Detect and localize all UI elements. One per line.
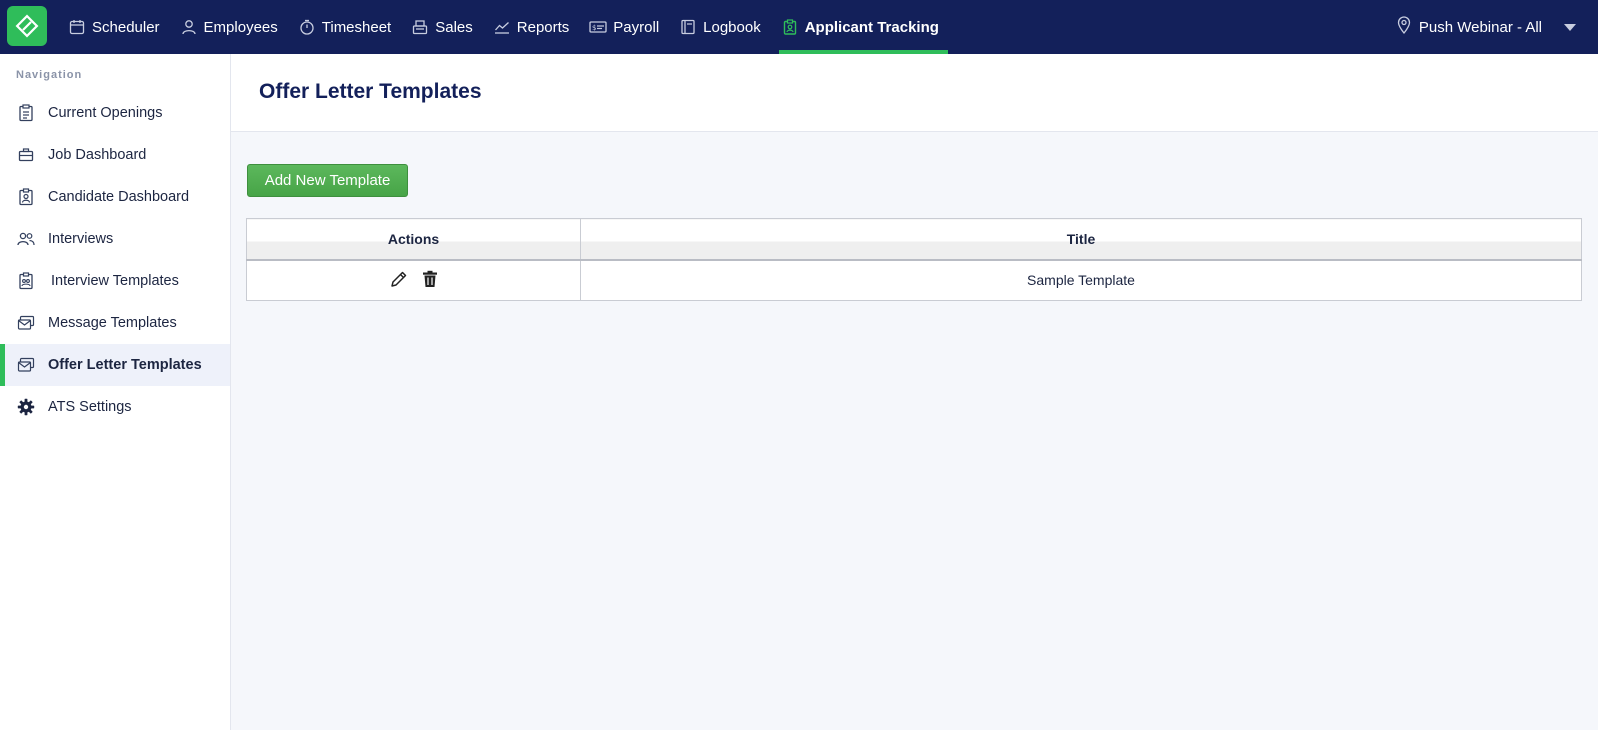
sidebar-item-job-dashboard[interactable]: Job Dashboard (0, 134, 230, 176)
users-icon (17, 230, 35, 248)
nav-label: Reports (516, 18, 570, 36)
chart-icon (493, 18, 511, 36)
clipboard-users-icon (17, 272, 35, 290)
add-new-template-button[interactable]: Add New Template (247, 164, 408, 197)
calendar-icon (68, 18, 86, 36)
nav-label: Scheduler (92, 18, 160, 36)
envelope-icon (17, 356, 35, 374)
sidebar-item-message-templates[interactable]: Message Templates (0, 302, 230, 344)
clipboard-list-icon (17, 104, 35, 122)
gear-icon (17, 398, 35, 416)
sidebar-item-label: Offer Letter Templates (48, 357, 202, 373)
sidebar-item-label: ATS Settings (48, 399, 132, 415)
sidebar-item-interviews[interactable]: Interviews (0, 218, 230, 260)
nav-payroll[interactable]: $ Payroll (587, 0, 668, 54)
sidebar-item-label: Candidate Dashboard (48, 189, 190, 205)
nav-reports[interactable]: Reports (491, 0, 579, 54)
sidebar-item-label: Interviews (48, 231, 114, 247)
main-nav: Scheduler Employees Timesheet Sales Repo… (66, 0, 957, 54)
sidebar-item-interview-templates[interactable]: Interview Templates (0, 260, 230, 302)
svg-text:$: $ (592, 24, 596, 32)
table-row: Sample Template (246, 259, 1582, 301)
briefcase-icon (17, 146, 35, 164)
register-icon (411, 18, 429, 36)
user-icon (180, 18, 198, 36)
sidebar-item-label: Job Dashboard (48, 147, 147, 163)
sidebar-item-ats-settings[interactable]: ATS Settings (0, 386, 230, 428)
sidebar-list: Current Openings Job Dashboard Candidate… (0, 92, 230, 428)
top-navbar: Scheduler Employees Timesheet Sales Repo… (0, 0, 1598, 54)
book-icon (679, 18, 697, 36)
sidebar-item-offer-letter-templates[interactable]: Offer Letter Templates (0, 344, 230, 386)
page-header: Offer Letter Templates (231, 54, 1598, 132)
sidebar-item-label: Current Openings (48, 105, 163, 121)
column-header-actions[interactable]: Actions (246, 218, 581, 261)
nav-employees[interactable]: Employees (178, 0, 287, 54)
edit-pencil-icon[interactable] (390, 270, 408, 288)
nav-applicant-tracking[interactable]: Applicant Tracking (778, 0, 949, 54)
nav-label: Timesheet (321, 18, 392, 36)
app-logo[interactable] (7, 6, 47, 46)
sidebar-item-current-openings[interactable]: Current Openings (0, 92, 230, 134)
badge-icon (17, 188, 35, 206)
actions-cell (246, 259, 581, 301)
nav-label: Sales (435, 18, 473, 36)
sidebar-item-label: Interview Templates (51, 273, 179, 289)
table-header-row: Actions Title (246, 218, 1582, 261)
envelope-icon (17, 314, 35, 332)
nav-logbook[interactable]: Logbook (677, 0, 770, 54)
delete-trash-icon[interactable] (422, 270, 438, 288)
nav-label: Applicant Tracking (804, 18, 939, 36)
location-label: Push Webinar - All (1418, 18, 1542, 36)
nav-timesheet[interactable]: Timesheet (296, 0, 400, 54)
map-pin-icon (1397, 16, 1411, 38)
location-selector[interactable]: Push Webinar - All (1397, 0, 1576, 54)
money-icon: $ (589, 18, 607, 36)
column-header-title[interactable]: Title (580, 218, 1582, 261)
templates-table: Actions Title Sample Template (246, 218, 1582, 301)
sidebar: Navigation Current Openings Job Dashboar… (0, 54, 231, 730)
stopwatch-icon (298, 18, 316, 36)
nav-label: Payroll (613, 18, 660, 36)
sidebar-item-candidate-dashboard[interactable]: Candidate Dashboard (0, 176, 230, 218)
nav-label: Logbook (703, 18, 761, 36)
nav-scheduler[interactable]: Scheduler (66, 0, 169, 54)
nav-label: Employees (203, 18, 278, 36)
page-title: Offer Letter Templates (259, 80, 482, 103)
logo-icon (15, 14, 39, 38)
title-cell: Sample Template (580, 259, 1582, 301)
nav-sales[interactable]: Sales (409, 0, 482, 54)
sidebar-heading: Navigation (16, 69, 83, 81)
clipboard-icon (781, 18, 799, 36)
sidebar-item-label: Message Templates (48, 315, 177, 331)
chevron-down-icon (1564, 23, 1576, 31)
